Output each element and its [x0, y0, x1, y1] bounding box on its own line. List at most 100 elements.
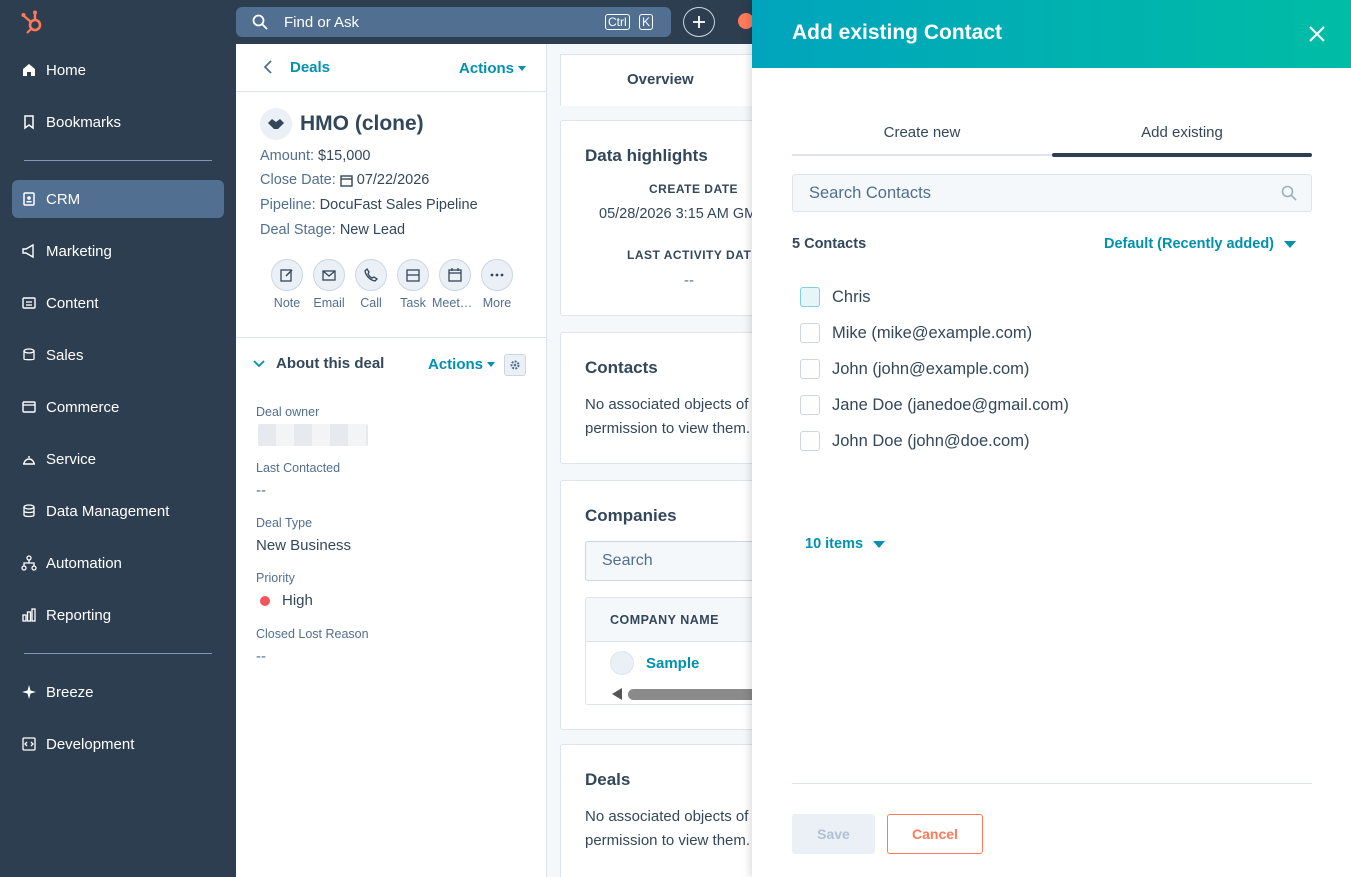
companies-search-input[interactable]: Search [585, 541, 752, 581]
call-button[interactable] [355, 259, 387, 291]
nav-reporting[interactable]: Reporting [12, 596, 224, 634]
pipeline-value: DocuFast Sales Pipeline [319, 197, 478, 213]
tab-add-existing[interactable]: Add existing [1052, 124, 1312, 141]
about-section-toggle[interactable]: About this deal [252, 355, 384, 372]
nav-crm[interactable]: CRM [12, 180, 224, 218]
home-icon [12, 62, 46, 78]
deals-empty-line-1: No associated objects of this type exist… [585, 808, 752, 825]
sort-dropdown[interactable]: Default (Recently added) [1104, 236, 1296, 252]
nav-bookmarks[interactable]: Bookmarks [12, 103, 224, 141]
deal-type-value[interactable]: New Business [256, 537, 351, 554]
reporting-icon [12, 607, 46, 623]
nav-development[interactable]: Development [12, 725, 224, 763]
bookmark-icon [12, 114, 46, 130]
contact-option[interactable]: Jane Doe (janedoe@gmail.com) [800, 395, 1069, 415]
priority-value[interactable]: High [260, 592, 313, 609]
tab-overview[interactable]: Overview [560, 54, 752, 106]
email-button[interactable] [313, 259, 345, 291]
nav-service[interactable]: Service [12, 440, 224, 478]
commerce-icon [12, 399, 46, 415]
nav-label: Home [46, 61, 87, 79]
priority-label: Priority [256, 571, 295, 585]
code-icon [12, 736, 46, 752]
close-icon[interactable] [1307, 24, 1327, 44]
contact-option[interactable]: John Doe (john@doe.com) [800, 431, 1029, 451]
contact-option[interactable]: Mike (mike@example.com) [800, 323, 1032, 343]
about-actions-menu[interactable]: Actions [428, 356, 496, 373]
chevron-down-icon [253, 359, 265, 367]
data-highlights-card: Data highlights CREATE DATE 05/28/2026 3… [560, 120, 752, 316]
global-search[interactable]: Find or Ask Ctrl K [236, 7, 671, 37]
nav-sales[interactable]: Sales [12, 336, 224, 374]
deal-owner-value[interactable] [258, 424, 368, 446]
scroll-thumb[interactable] [628, 688, 752, 700]
nav-breeze[interactable]: Breeze [12, 673, 224, 711]
pipeline-row: Pipeline: DocuFast Sales Pipeline [260, 197, 478, 213]
meeting-button[interactable] [439, 259, 471, 291]
chevron-left-icon [263, 60, 272, 74]
nav-automation[interactable]: Automation [12, 544, 224, 582]
global-search-label: Find or Ask [284, 13, 360, 31]
cancel-button[interactable]: Cancel [887, 814, 983, 854]
nav-commerce[interactable]: Commerce [12, 388, 224, 426]
calendar-icon [448, 268, 462, 282]
note-button[interactable] [271, 259, 303, 291]
email-icon [322, 269, 336, 281]
checkbox[interactable] [800, 287, 820, 307]
note-label: Note [273, 296, 301, 310]
task-button[interactable] [397, 259, 429, 291]
contacts-card: Contacts No associated objects of this t… [560, 332, 752, 464]
contacts-title: Contacts [585, 358, 658, 377]
back-to-deals-link[interactable]: Deals [260, 58, 330, 76]
page-size-dropdown[interactable]: 10 items [805, 536, 886, 552]
checkbox[interactable] [800, 359, 820, 379]
contacts-search-input[interactable]: Search Contacts [792, 174, 1312, 212]
horizontal-scrollbar[interactable] [612, 688, 752, 700]
nav-label: CRM [46, 190, 81, 208]
checkbox[interactable] [800, 395, 820, 415]
tab-overview-label: Overview [627, 71, 694, 88]
nav-content[interactable]: Content [12, 284, 224, 322]
sparkle-icon [12, 684, 46, 700]
priority-text: High [282, 592, 313, 609]
settings-button[interactable] [504, 354, 526, 376]
call-label: Call [360, 296, 382, 310]
checkbox[interactable] [800, 431, 820, 451]
more-button[interactable] [481, 259, 513, 291]
company-name-header[interactable]: COMPANY NAME [586, 598, 752, 642]
closed-lost-label: Closed Lost Reason [256, 627, 369, 641]
contact-option[interactable]: Chris [800, 287, 871, 307]
nav-data-management[interactable]: Data Management [12, 492, 224, 530]
tab-create-new[interactable]: Create new [792, 124, 1052, 141]
more-icon [490, 273, 504, 277]
companies-table: COMPANY NAME Sample [585, 597, 752, 705]
nav-label: Data Management [46, 502, 170, 520]
hubspot-logo-icon[interactable] [20, 9, 46, 35]
sidebar: Home Bookmarks CRM Marketing Content Sal… [0, 0, 236, 877]
checkbox[interactable] [800, 323, 820, 343]
footer-divider [792, 783, 1312, 784]
middle-column: Overview Data highlights CREATE DATE 05/… [548, 44, 752, 877]
create-date-value: 05/28/2026 3:15 AM GMT [599, 206, 752, 222]
note-icon [280, 269, 293, 282]
save-button[interactable]: Save [792, 814, 875, 854]
create-date-label: CREATE DATE [649, 182, 739, 196]
search-icon[interactable] [1281, 185, 1297, 201]
sales-icon [12, 347, 46, 363]
caret-down-icon [518, 66, 527, 71]
sidebar-divider [24, 160, 212, 161]
closed-lost-value: -- [256, 648, 266, 665]
record-title[interactable]: HMO (clone) [300, 112, 424, 136]
scroll-left-icon[interactable] [612, 688, 622, 700]
record-actions-menu[interactable]: Actions [459, 60, 527, 77]
nav-home[interactable]: Home [12, 51, 224, 89]
deals-title: Deals [585, 770, 631, 789]
create-button[interactable] [683, 7, 715, 37]
contact-option[interactable]: John (john@example.com) [800, 359, 1029, 379]
nav-marketing[interactable]: Marketing [12, 232, 224, 270]
about-title: About this deal [276, 355, 385, 372]
panel-title: Add existing Contact [792, 21, 1003, 44]
company-link[interactable]: Sample [646, 655, 699, 672]
last-contacted-label: Last Contacted [256, 461, 341, 475]
database-icon [12, 503, 46, 519]
